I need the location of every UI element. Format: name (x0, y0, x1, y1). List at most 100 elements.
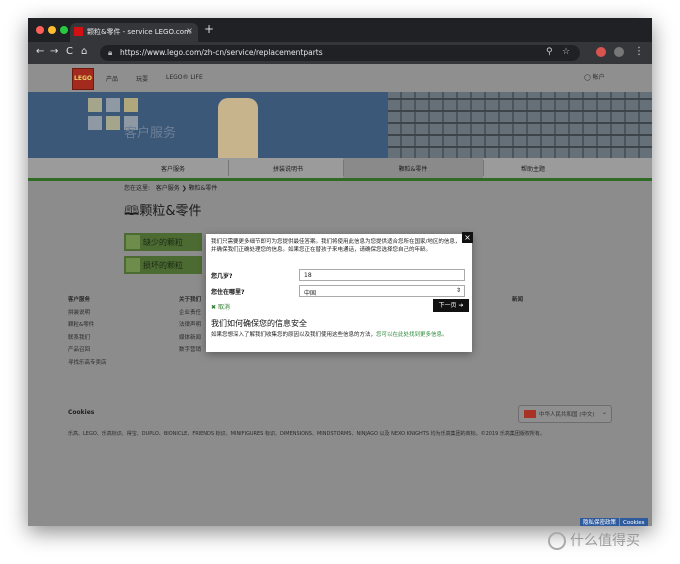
hero-banner: 客户服务 (28, 92, 652, 158)
minimize-window-button[interactable] (48, 26, 56, 34)
watermark-logo-icon (548, 532, 566, 550)
close-icon[interactable]: × (462, 232, 473, 243)
footer-col-title: 关于我们 (179, 297, 202, 303)
address-toolbar: ← → C ⌂ 🔒︎ https://www.lego.com/zh-cn/se… (28, 42, 652, 64)
cookies-button[interactable]: Cookies (620, 518, 648, 526)
dialog-intro-text: 我们只需要更多细节即可为您提供最佳答案。我们将使用此信息为您提供适合您所在国家/… (211, 239, 461, 254)
breadcrumb: 您在这里: 客户服务 ❯ 颗粒&零件 (124, 183, 217, 192)
breadcrumb-current: 颗粒&零件 (188, 185, 218, 192)
back-button[interactable]: ← (36, 46, 44, 57)
missing-bricks-label: 缺少的颗粒 (143, 238, 183, 247)
site-header: LEGO 产品 玩耍 LEGO® LIFE ◯ 帐户 (28, 64, 652, 92)
cancel-label: 取消 (217, 304, 230, 311)
footer-column-service: 客户服务 拼装说明 颗粒&零件 联系我们 产品召回 寻找乐高专卖店 (68, 294, 107, 369)
tab-close-icon[interactable]: × (186, 26, 193, 35)
privacy-policy-button[interactable]: 隐私保密政策 (580, 518, 620, 526)
tab-title: 颗粒&零件 - service LEGO.com (87, 28, 191, 36)
home-button[interactable]: ⌂ (81, 46, 87, 57)
arrow-right-icon: ➔ (458, 302, 464, 309)
account-label: 帐户 (592, 74, 605, 81)
browser-tab[interactable]: 颗粒&零件 - service LEGO.com × (70, 23, 198, 42)
footer-link[interactable]: 寻找乐高专卖店 (68, 357, 107, 370)
breadcrumb-customer-service[interactable]: 客户服务 (156, 185, 180, 192)
url-bar[interactable]: 🔒︎ https://www.lego.com/zh-cn/service/re… (100, 45, 580, 61)
privacy-body: 如果您想深入了解我们收集您的原因以及我们使用这些信息的方法，您可以在此处找到更多… (211, 331, 467, 339)
footer-column-news: 新闻 (512, 294, 523, 307)
page-title-text: 颗粒&零件 (139, 204, 202, 219)
subnav-divider (343, 160, 344, 176)
url-text: https://www.lego.com/zh-cn/service/repla… (120, 48, 323, 57)
subnav-bricks-parts[interactable]: 颗粒&零件 (358, 164, 468, 173)
brick-icon (126, 235, 140, 249)
chevron-down-icon: ⌄ (601, 409, 607, 416)
watermark-text: 什么值得买 (570, 533, 640, 549)
tab-bar: 颗粒&零件 - service LEGO.com × + (28, 18, 652, 42)
location-label: 您住在哪里? (211, 289, 245, 296)
privacy-more-info-link[interactable]: 您可以在此处找到更多信息。 (376, 332, 448, 338)
privacy-heading: 我们如何确保您的信息安全 (211, 319, 307, 328)
footer-column-about: 关于我们 企业责任 法律声明 媒体新闻 数字营销 (179, 294, 201, 357)
location-select[interactable]: 中国 ⇕ (299, 285, 465, 297)
footer-link[interactable]: 产品召回 (68, 344, 107, 357)
brick-icon (126, 258, 140, 272)
cookies-label[interactable]: Cookies (68, 409, 94, 416)
watermark: 什么值得买 (548, 530, 640, 550)
footer-link[interactable]: 数字营销 (179, 344, 201, 357)
region-selector[interactable]: 中华人民共和国 (中文) ⌄ (518, 405, 612, 423)
breadcrumb-prefix: 您在这里: (124, 185, 151, 192)
missing-bricks-button[interactable]: 缺少的颗粒 (124, 233, 202, 251)
subnav-instructions[interactable]: 拼装说明书 (233, 164, 343, 173)
china-flag-icon (524, 410, 536, 418)
account-link[interactable]: ◯ 帐户 (584, 72, 605, 81)
hero-figure-image (218, 98, 258, 158)
footer-link[interactable]: 法律声明 (179, 319, 201, 332)
footer-link[interactable]: 媒体新闻 (179, 332, 201, 345)
footer-col-title: 客户服务 (68, 297, 91, 303)
search-icon[interactable]: ⚲ (546, 47, 553, 57)
hero-shelves-lines (388, 92, 652, 158)
footer-link[interactable]: 拼装说明 (68, 307, 107, 320)
reload-button[interactable]: C (66, 46, 73, 57)
age-input[interactable]: 18 (299, 269, 465, 281)
subnav-customer-service[interactable]: 客户服务 (118, 164, 228, 173)
footer-link[interactable]: 企业责任 (179, 307, 201, 320)
cancel-button[interactable]: ✖ 取消 (211, 302, 230, 311)
legal-text: 乐高、LEGO、乐高标识、得宝、DUPLO、BIONICLE、FRIENDS 标… (68, 431, 545, 437)
logo-text: LEGO (74, 75, 92, 82)
select-arrows-icon: ⇕ (455, 287, 461, 294)
age-label: 您几岁? (211, 273, 233, 280)
nav-products[interactable]: 产品 (106, 74, 118, 83)
maximize-window-button[interactable] (60, 26, 68, 34)
x-icon: ✖ (211, 304, 218, 311)
footer-link[interactable]: 联系我们 (68, 332, 107, 345)
hero-title: 客户服务 (124, 126, 177, 141)
lego-logo[interactable]: LEGO (72, 68, 94, 90)
profile-avatar[interactable] (614, 47, 624, 57)
footer-link[interactable]: 颗粒&零件 (68, 319, 107, 332)
menu-kebab-icon[interactable]: ⋮ (634, 46, 644, 57)
next-page-button[interactable]: 下一页 ➔ (433, 299, 469, 312)
footer-col-title[interactable]: 新闻 (512, 294, 523, 307)
nav-lego-life[interactable]: LEGO® LIFE (166, 74, 203, 81)
broken-bricks-button[interactable]: 损坏的颗粒 (124, 256, 202, 274)
forward-button[interactable]: → (50, 46, 58, 57)
nav-play[interactable]: 玩耍 (136, 74, 148, 83)
bookmark-star-icon[interactable]: ☆ (562, 47, 570, 57)
page-title: 🕮︎颗粒&零件 (124, 200, 201, 224)
book-icon: 🕮︎ (124, 204, 140, 219)
chevron-right-icon: ❯ (181, 185, 189, 192)
location-value: 中国 (304, 290, 317, 297)
close-window-button[interactable] (36, 26, 44, 34)
lock-icon: 🔒︎ (108, 48, 113, 57)
privacy-text: 如果您想深入了解我们收集您的原因以及我们使用这些信息的方法， (211, 332, 377, 338)
region-label: 中华人民共和国 (中文) (539, 412, 595, 418)
service-subnav: 客户服务 拼装说明书 颗粒&零件 帮助主题 (28, 158, 652, 181)
next-label: 下一页 (438, 302, 457, 309)
lego-favicon-icon (74, 27, 83, 36)
extension-icon[interactable] (596, 47, 606, 57)
broken-bricks-label: 损坏的颗粒 (143, 261, 183, 270)
subnav-help-topics[interactable]: 帮助主题 (478, 164, 588, 173)
age-gate-dialog: × 我们只需要更多细节即可为您提供最佳答案。我们将使用此信息为您提供适合您所在国… (206, 232, 473, 352)
subnav-divider (228, 160, 229, 176)
new-tab-button[interactable]: + (204, 22, 214, 36)
